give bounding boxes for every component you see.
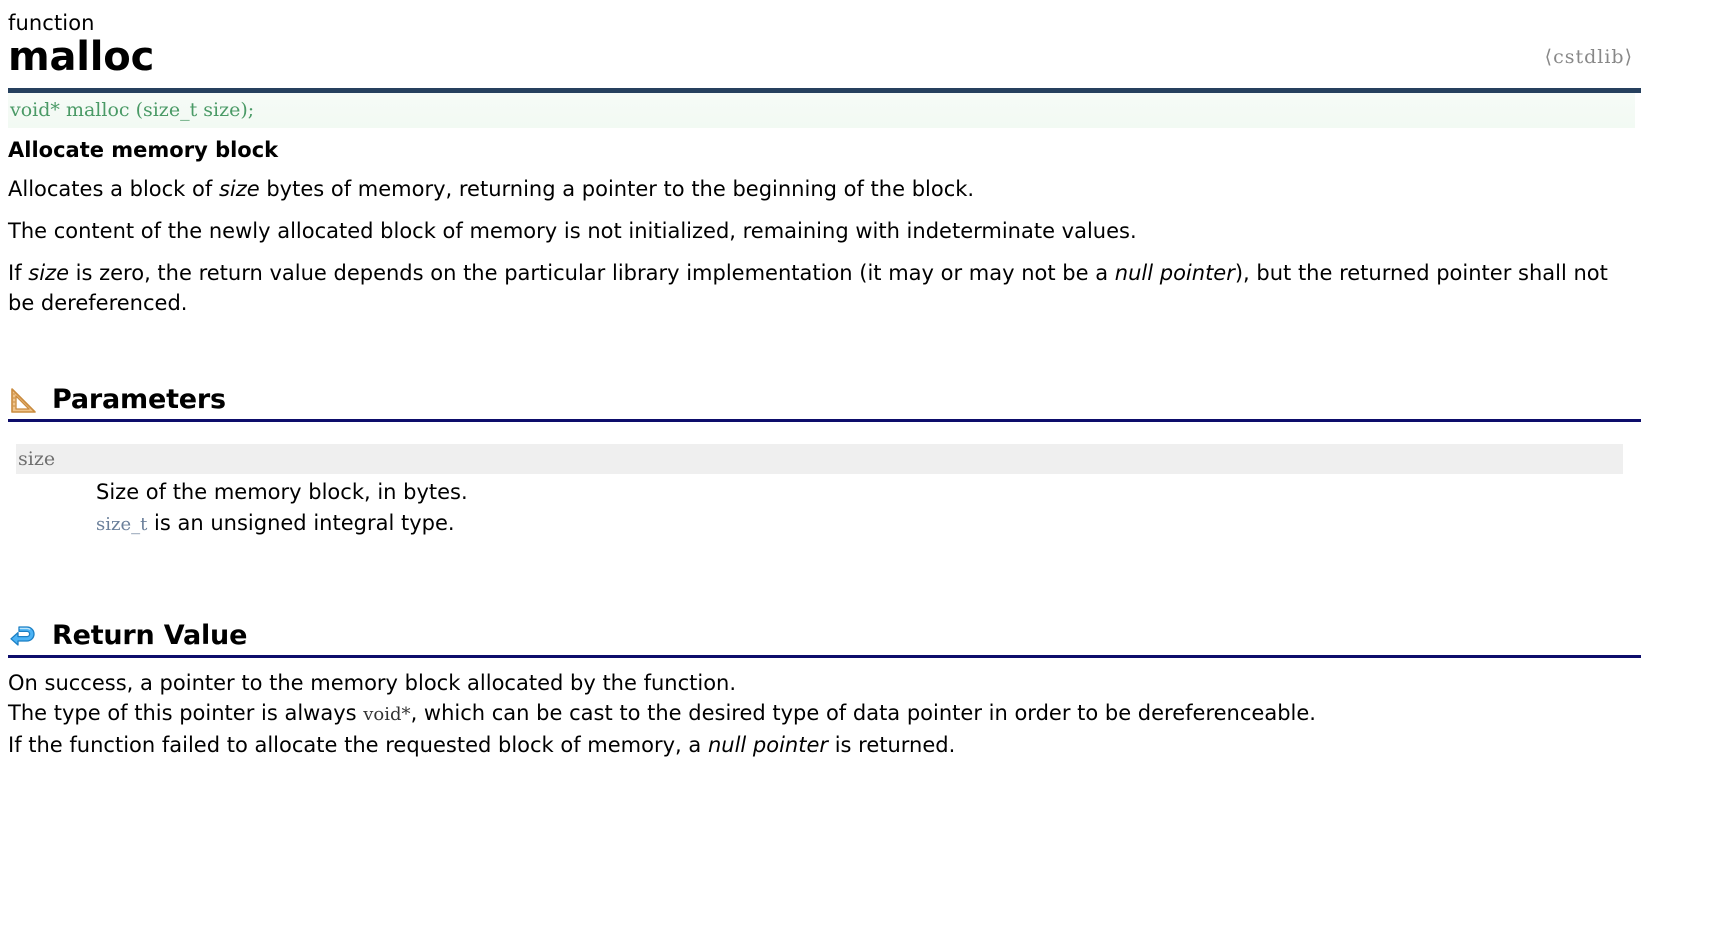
parameter-entry: size Size of the memory block, in bytes.…	[16, 444, 1717, 540]
reference-page: function malloc ⟨cstdlib⟩ void* malloc (…	[0, 0, 1717, 939]
return-value-line-3: If the function failed to allocate the r…	[8, 730, 1633, 760]
return-value-line-3-text-a: If the function failed to allocate the r…	[8, 733, 708, 757]
return-value-body: On success, a pointer to the memory bloc…	[8, 668, 1633, 760]
return-value-line-2: The type of this pointer is always void*…	[8, 698, 1633, 730]
inline-code-void-pointer: void*	[363, 704, 411, 725]
function-prototype: void* malloc (size_t size);	[8, 93, 1635, 128]
desc-p1-text-a: Allocates a block of	[8, 177, 219, 201]
return-value-emphasis-null-pointer: null pointer	[707, 733, 829, 757]
return-value-line-2-text-a: The type of this pointer is always	[8, 701, 364, 725]
inline-code-size-t: size_t	[96, 514, 148, 535]
desc-p1-emphasis: size	[218, 177, 260, 201]
return-value-line-2-text-b: , which can be cast to the desired type …	[410, 701, 1316, 725]
parameter-description-line-2-text: is an unsigned integral type.	[147, 511, 455, 535]
page-header: function malloc ⟨cstdlib⟩	[0, 0, 1717, 80]
parameter-description-line-2: size_t is an unsigned integral type.	[96, 508, 1717, 540]
page-title: malloc	[8, 34, 155, 80]
parameters-section: Parameters size Size of the memory block…	[8, 376, 1717, 540]
parameter-description: Size of the memory block, in bytes. size…	[96, 474, 1717, 540]
return-value-divider	[8, 655, 1641, 658]
entity-kind-label: function	[8, 11, 95, 35]
description-paragraph-3: If size is zero, the return value depend…	[8, 258, 1633, 318]
description-paragraph-1: Allocates a block of size bytes of memor…	[8, 174, 1633, 204]
set-square-ruler-icon	[8, 384, 40, 416]
desc-p3-text-b: is zero, the return value depends on the…	[68, 261, 1115, 285]
return-value-line-3-text-b: is returned.	[828, 733, 956, 757]
brief-description: Allocate memory block	[8, 138, 279, 162]
desc-p1-text-b: bytes of memory, returning a pointer to …	[259, 177, 975, 201]
parameter-description-line-1: Size of the memory block, in bytes.	[96, 480, 468, 504]
parameters-heading-label: Parameters	[52, 384, 226, 415]
return-arrow-icon	[8, 620, 40, 652]
return-value-heading-label: Return Value	[52, 620, 248, 651]
return-value-heading: Return Value	[8, 612, 1717, 652]
parameters-divider	[8, 419, 1641, 422]
return-value-section: Return Value	[8, 612, 1717, 658]
desc-p3-text-a: If	[8, 261, 29, 285]
desc-p3-emphasis-size: size	[28, 261, 69, 285]
parameter-name: size	[16, 444, 1623, 474]
desc-p3-emphasis-null-pointer: null pointer	[1114, 261, 1235, 285]
header-file-label: ⟨cstdlib⟩	[1544, 46, 1633, 68]
description-paragraph-2: The content of the newly allocated block…	[8, 219, 1137, 243]
parameters-heading: Parameters	[8, 376, 1717, 416]
return-value-line-1: On success, a pointer to the memory bloc…	[8, 671, 737, 695]
parameter-list: size Size of the memory block, in bytes.…	[16, 444, 1717, 540]
